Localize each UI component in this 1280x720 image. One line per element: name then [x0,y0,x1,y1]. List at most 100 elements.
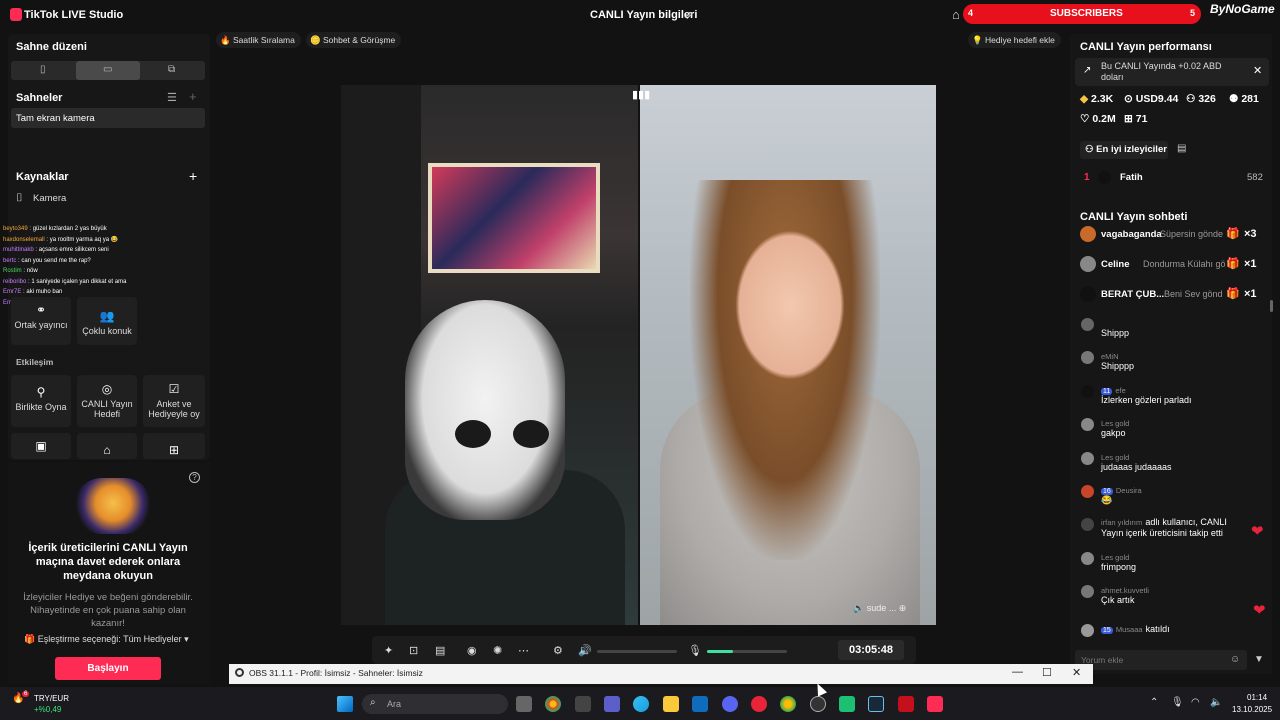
tool-tile[interactable]: ⊞ [143,433,205,459]
maximize-icon[interactable]: ☐ [1042,666,1052,679]
guest-tag[interactable]: 🔈 sude ... ⊕ [853,603,906,614]
gift-sender[interactable]: BERAT ÇUB... [1101,289,1164,300]
tiktok-icon[interactable] [927,696,943,712]
hourly-ranking-pill[interactable]: 🔥 Saatlik Sıralama [216,32,301,48]
gift-sender[interactable]: vagabaganda [1101,229,1162,240]
top-viewers-label: ⚇ En iyi izleyiciler [1085,144,1167,155]
chat-call-label: Sohbet & Görüşme [322,35,396,45]
file-explorer-icon[interactable] [663,696,679,712]
tool-tile[interactable]: ▣ [11,433,71,459]
add-media-icon[interactable]: ⊡ [409,644,418,657]
clock-date[interactable]: 13.10.2025 [1232,705,1272,714]
media-player-icon[interactable] [898,696,914,712]
microphone-icon[interactable]: 🎙 [688,644,702,657]
list-icon[interactable]: ☰ [167,91,177,104]
landscape-layout-icon[interactable]: ▭ [103,64,112,75]
co-host-tile[interactable]: ⚭ Ortak yayıncı [11,297,71,345]
avatar [1081,552,1094,565]
steam-icon[interactable] [868,696,884,712]
chat-user-line[interactable]: irfan yıldırım adlı kullanıcı, CANLI Yay… [1101,517,1251,539]
settings-sliders-icon[interactable]: ⚙ [553,644,563,657]
help-icon[interactable]: ? [189,472,200,483]
source-camera[interactable]: Kamera [33,193,66,204]
tray-chevron-icon[interactable]: ⌃ [1150,697,1158,708]
chat-title: CANLI Yayın sohbeti [1080,211,1188,223]
close-icon[interactable]: ✕ [1072,666,1081,679]
start-button[interactable]: Başlayın [55,657,161,680]
split-layout-icon[interactable]: ⧉ [168,64,175,75]
teams-icon[interactable] [604,696,620,712]
followers-stat: ⚉ 281 [1229,93,1259,105]
record-icon[interactable]: ◉ [467,644,477,657]
filter-icon[interactable]: ▼ [1254,654,1264,665]
volume-slider[interactable] [597,650,677,653]
home-icon[interactable]: ⌂ [952,7,960,22]
add-source-icon[interactable]: + [189,168,197,184]
mic-tray-icon[interactable]: 🎙 [1171,697,1184,708]
windows-start-icon[interactable] [337,696,353,712]
layout-icon[interactable]: ▤ [435,644,445,657]
chat-call-pill[interactable]: 🪙 Sohbet & Görüşme [306,32,402,48]
interaction-title: Etkileşim [16,357,54,367]
performance-title: CANLI Yayın performansı [1080,41,1212,53]
list-view-icon[interactable]: ▤ [1177,143,1186,154]
camera-icon: ⌷ [16,192,23,204]
guest-face [735,230,845,380]
match-option-dropdown[interactable]: 🎁 Eşleştirme seçeneği: Tüm Hediyeler ▾ [24,634,189,645]
volume-icon[interactable]: 🔊 [578,644,592,657]
wifi-icon[interactable]: ◠ [1191,697,1200,708]
top-viewer-name[interactable]: Fatih [1120,172,1143,183]
likes-stat: ♡ 0.2M [1080,113,1116,125]
speaker-tray-icon[interactable]: 🔈 [1210,697,1222,708]
top-viewer-score: 582 [1247,172,1263,183]
taskbar-search[interactable] [362,694,508,714]
avatar [1080,256,1096,272]
add-scene-icon[interactable]: + [189,89,197,104]
portrait-layout-icon[interactable]: ▯ [40,64,46,75]
chat-user-line[interactable]: 15 Musaaa katıldı [1101,623,1170,635]
heart-icon: ❤ [1251,523,1264,540]
play-together-label: Birlikte Oyna [15,402,67,412]
ticker-name[interactable]: TRY/EUR [34,694,69,703]
app-icon[interactable] [575,696,591,712]
chrome-icon[interactable] [545,696,561,712]
multi-guest-icon: 👥 [99,309,115,323]
close-icon[interactable]: ✕ [1253,64,1262,77]
chrome-icon[interactable] [780,696,796,712]
multi-guest-tile[interactable]: 👥 Çoklu konuk [77,297,137,345]
play-together-tile[interactable]: ⚲ Birlikte Oyna [11,375,71,427]
gift-box-icon: ⊞ [168,443,180,457]
discord-icon[interactable] [722,696,738,712]
viewers-stat: ⚇ 326 [1186,93,1216,105]
heart-icon: ❤ [1253,602,1266,619]
obs-icon[interactable] [810,696,826,712]
mic-level-fill [707,650,733,653]
magic-wand-icon[interactable]: ✦ [384,644,393,657]
gift-goal-pill[interactable]: 💡 Hediye hedefi ekle [968,32,1061,48]
overlay-chat-text: ya rooltm yarma aq ya 😂 [49,236,119,243]
emoji-icon[interactable]: ☺ [1230,654,1240,665]
opera-icon[interactable] [751,696,767,712]
poll-tile[interactable]: ☑ Anket ve Hediyeyle oy [143,375,205,427]
ticker-change: +%0,49 [34,705,62,714]
live-goal-tile[interactable]: ◎ CANLI Yayın Hedefi [77,375,137,427]
more-icon[interactable]: ⋯ [518,644,529,657]
effects-icon[interactable]: ✺ [493,644,502,657]
share-icon[interactable]: ⇗ [684,8,694,22]
outlook-icon[interactable] [692,696,708,712]
gift-item-icon: 🎁 [1226,288,1240,300]
performance-note-text: Bu CANLI Yayında +0.02 ABD doları [1101,61,1222,82]
edge-icon[interactable] [633,696,649,712]
tool-tile[interactable]: ⌂ [77,433,137,459]
search-icon: ⌕ [370,697,376,708]
clock-time[interactable]: 01:14 [1247,693,1267,702]
gift-sender[interactable]: Celine [1101,259,1130,270]
bynogame-logo: ByNoGame [1210,2,1275,16]
app-icon[interactable] [839,696,855,712]
subscribers-label: SUBSCRIBERS [1050,8,1123,19]
chat-scrollbar[interactable] [1270,300,1273,312]
task-view-icon[interactable] [516,696,532,712]
store-icon: ⌂ [103,443,111,457]
minimize-icon[interactable]: — [1012,666,1023,678]
stream-info-title[interactable]: CANLI Yayın bilgileri [590,9,697,21]
